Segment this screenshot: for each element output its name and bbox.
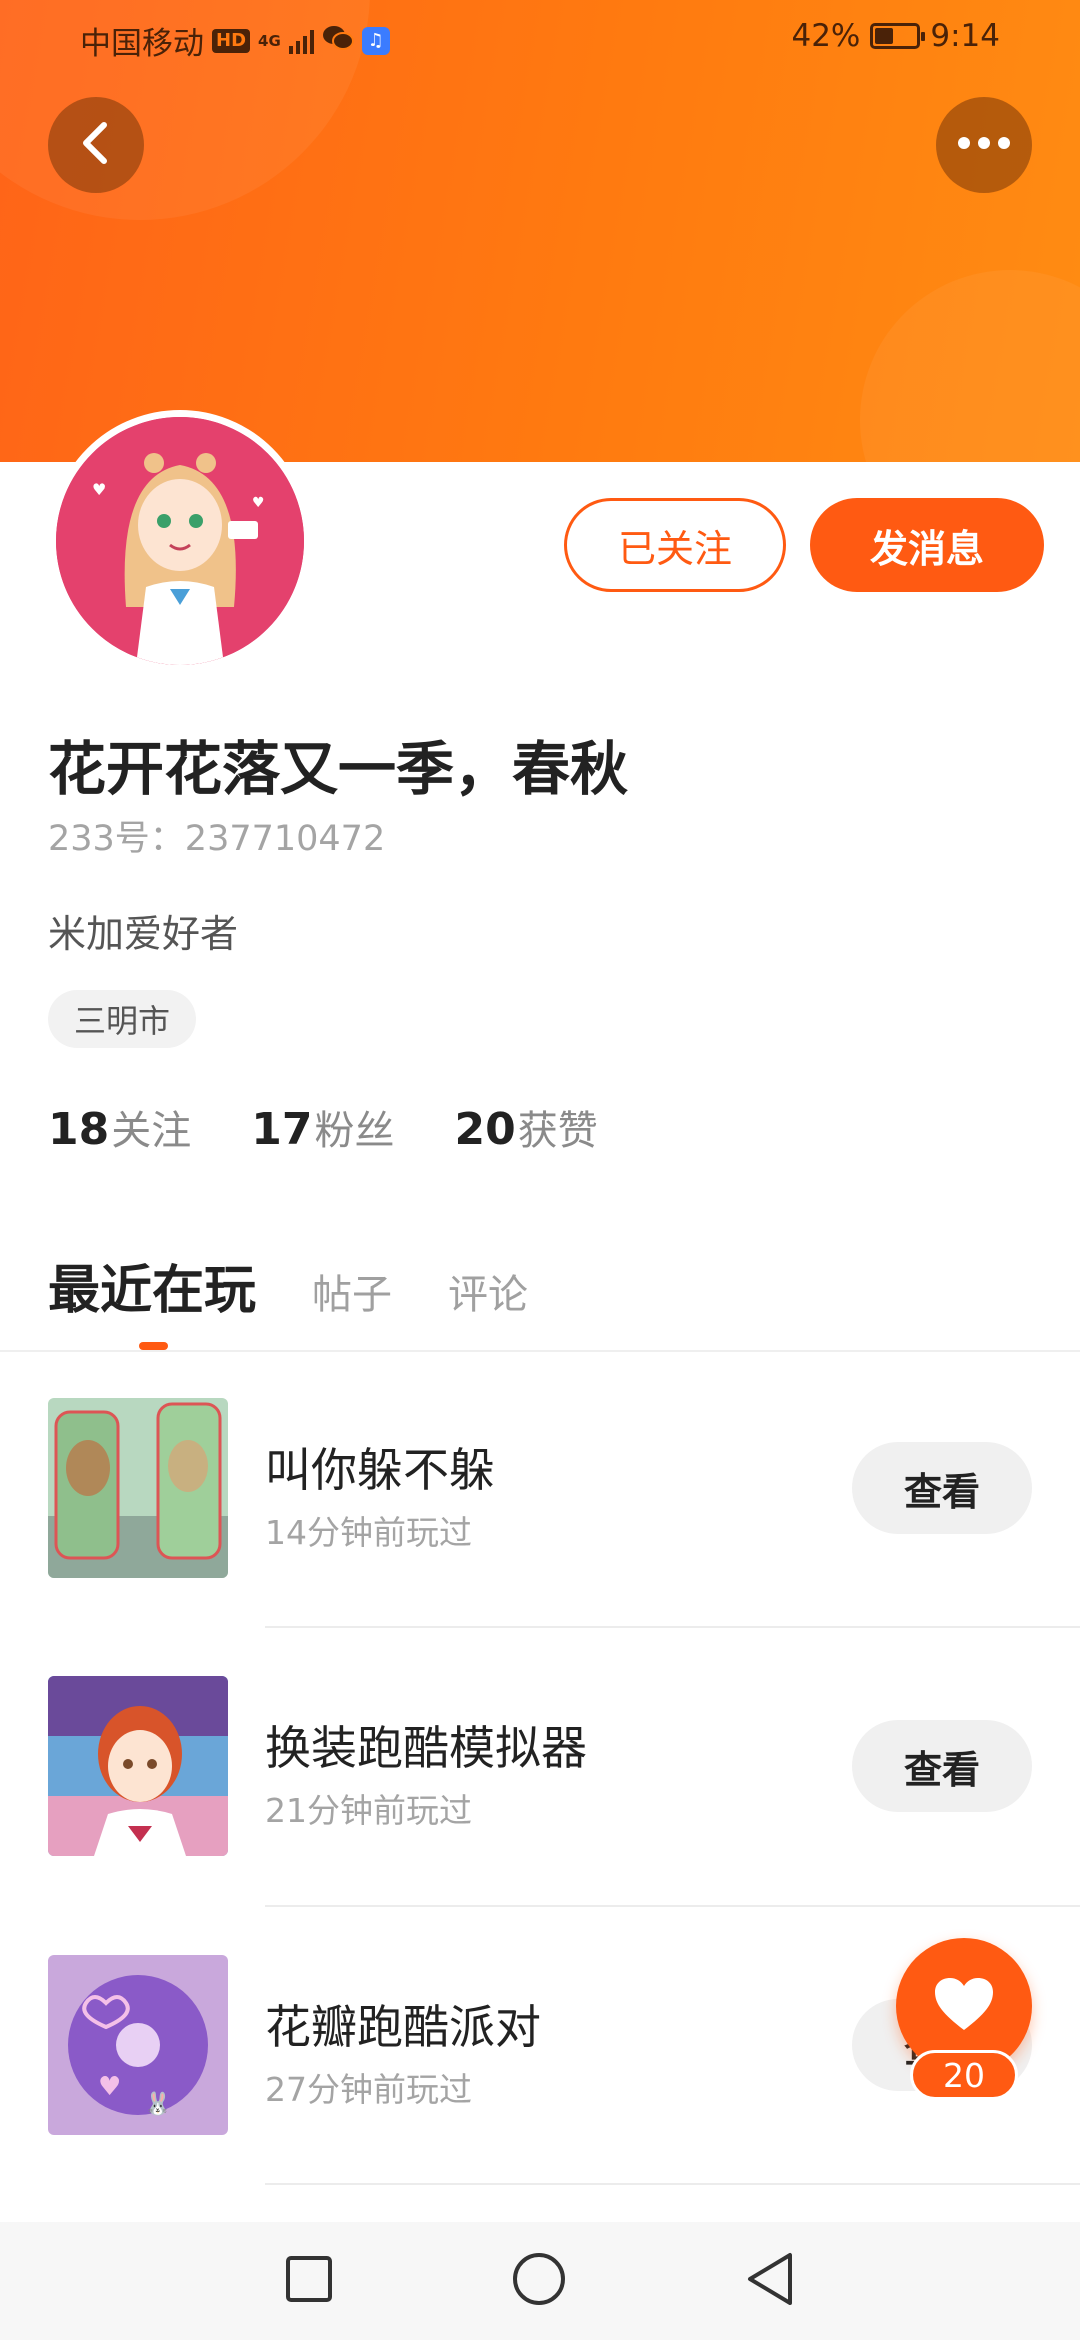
last-played-time: 21分钟前玩过	[265, 1791, 472, 1830]
stat-label: 粉丝	[314, 1108, 395, 1154]
svg-text:♥: ♥	[252, 495, 265, 511]
tab-recently-played[interactable]: 最近在玩	[48, 1248, 256, 1323]
circle-home-icon	[511, 2251, 567, 2311]
view-game-button[interactable]: 查看	[852, 1720, 1032, 1812]
location-chip: 三明市	[48, 990, 197, 1048]
send-message-button[interactable]: 发消息	[810, 498, 1044, 592]
hd-badge: HD	[212, 28, 251, 53]
like-count-badge: 20	[910, 2050, 1018, 2100]
row-divider	[265, 1905, 1080, 1907]
game-list-item[interactable]: 叫你躲不躲 14分钟前玩过 查看	[0, 1398, 1080, 1578]
status-bar: 中国移动 HD 4G ♫ 42% 9:14	[0, 0, 1080, 72]
game-thumbnail	[48, 1398, 228, 1578]
recent-apps-button[interactable]	[279, 2251, 339, 2311]
game-name: 花瓣跑酷派对	[265, 2000, 541, 2054]
clock: 9:14	[930, 18, 1000, 54]
user-stats: 18 关注 17 粉丝 20 获赞	[48, 1098, 598, 1156]
avatar[interactable]: ♥ ♥	[49, 410, 311, 672]
system-navigation-bar	[0, 2222, 1080, 2340]
music-app-icon: ♫	[361, 26, 390, 55]
username: 花开花落又一季，春秋	[48, 735, 629, 803]
stat-number: 18	[48, 1104, 110, 1155]
game-name: 换装跑酷模拟器	[265, 1721, 587, 1775]
triangle-back-icon	[744, 2251, 796, 2311]
game-thumbnail	[48, 1676, 228, 1856]
more-dots-icon	[954, 135, 1014, 155]
followed-button[interactable]: 已关注	[564, 498, 786, 592]
stat-label: 获赞	[517, 1108, 598, 1154]
chevron-left-icon	[76, 119, 116, 171]
user-id: 233号：237710472	[48, 819, 386, 859]
row-divider	[265, 2183, 1080, 2185]
game-thumbnail: ♥ 🐰	[48, 1955, 228, 2135]
network-type: 4G	[258, 31, 281, 50]
stat-followers[interactable]: 17 粉丝	[251, 1098, 394, 1156]
last-played-time: 27分钟前玩过	[265, 2070, 472, 2109]
view-game-button[interactable]: 查看	[852, 1442, 1032, 1534]
back-button[interactable]	[48, 97, 144, 193]
stat-following[interactable]: 18 关注	[48, 1098, 191, 1156]
game-name: 叫你躲不躲	[265, 1443, 495, 1497]
svg-text:🐰: 🐰	[144, 2091, 171, 2117]
stat-number: 20	[454, 1104, 516, 1155]
profile-tabs: 最近在玩 帖子 评论	[48, 1248, 528, 1323]
wechat-icon	[322, 24, 354, 58]
stat-likes[interactable]: 20 获赞	[454, 1098, 597, 1156]
home-button[interactable]	[509, 2251, 569, 2311]
active-tab-indicator	[139, 1342, 168, 1350]
row-divider	[265, 1626, 1080, 1628]
svg-text:♥: ♥	[98, 2072, 121, 2102]
tab-posts[interactable]: 帖子	[312, 1262, 392, 1320]
system-back-button[interactable]	[740, 2251, 800, 2311]
tab-divider	[0, 1350, 1080, 1352]
game-list-item[interactable]: 换装跑酷模拟器 21分钟前玩过 查看	[0, 1676, 1080, 1856]
banner-decoration	[860, 270, 1080, 462]
more-options-button[interactable]	[936, 97, 1032, 193]
battery-icon	[870, 23, 926, 49]
stat-label: 关注	[111, 1108, 192, 1154]
square-recent-icon	[285, 2255, 333, 2307]
stat-number: 17	[251, 1104, 313, 1155]
svg-text:♥: ♥	[92, 480, 106, 499]
battery-percent: 42%	[791, 18, 861, 54]
carrier-label: 中国移动	[80, 26, 204, 62]
profile-header-banner: 中国移动 HD 4G ♫ 42% 9:14	[0, 0, 1080, 462]
heart-icon	[933, 1976, 995, 2036]
user-bio: 米加爱好者	[48, 912, 239, 956]
tab-comments[interactable]: 评论	[448, 1262, 528, 1320]
last-played-time: 14分钟前玩过	[265, 1513, 472, 1552]
signal-icon	[288, 28, 314, 54]
